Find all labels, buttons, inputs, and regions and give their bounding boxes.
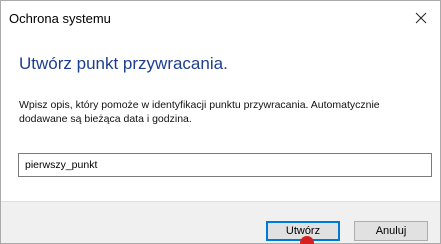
main-instruction-heading: Utwórz punkt przywracania. <box>19 54 228 73</box>
pointer-marker <box>300 236 314 244</box>
title-bar: Ochrona systemu <box>1 1 440 35</box>
close-icon <box>415 12 427 24</box>
close-button[interactable] <box>402 1 440 35</box>
window-title: Ochrona systemu <box>9 11 111 26</box>
cancel-button[interactable]: Anuluj <box>354 221 428 241</box>
button-bar: Utwórz Anuluj <box>1 201 440 243</box>
description-text: Wpisz opis, który pomoże w identyfikacji… <box>19 99 380 125</box>
system-protection-dialog: Ochrona systemu Utwórz punkt przywracani… <box>0 0 441 244</box>
dialog-content: Utwórz punkt przywracania. Wpisz opis, k… <box>1 35 440 201</box>
restore-point-name-input[interactable] <box>18 153 432 177</box>
